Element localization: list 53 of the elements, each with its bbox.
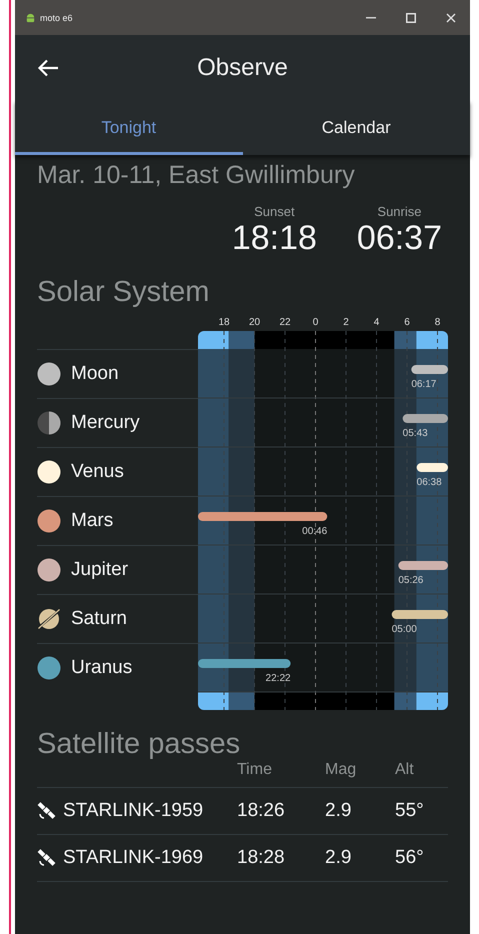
magnitude: 2.9 [325,847,352,869]
close-icon[interactable] [446,12,456,22]
satellite-name: STARLINK-1969 [63,847,204,869]
event-time: 05:00 [392,624,417,635]
axis-tick-label: 22 [279,317,291,328]
axis-tick-label: 20 [248,317,260,328]
altitude: 55° [395,800,425,822]
planet-name: Venus [71,461,124,483]
section-heading: Satellite passes [37,728,242,761]
event-time: 00:46 [302,526,328,537]
axis-tick-label: 2 [343,317,349,328]
sun-label: Sunset [254,204,295,219]
sun-label: Sunrise [377,204,422,219]
planet-name: Saturn [71,608,127,630]
satellite-icon [37,801,57,821]
pass-time: 18:28 [237,847,286,869]
altitude: 56° [395,847,425,869]
axis-tick-label: 8 [434,317,440,328]
column-header: Time [237,761,273,779]
back-arrow-icon[interactable] [37,58,59,76]
column-header: Alt [395,761,415,779]
planet-name: Mercury [71,412,140,434]
planet-name: Uranus [71,657,132,679]
event-time: 22:22 [266,673,291,684]
screen-title: Observe [197,54,288,82]
magnitude: 2.9 [325,800,352,822]
section-heading: Solar System [37,276,210,309]
satellite-pass-row[interactable]: STARLINK-1959 18:26 2.9 55° [37,788,448,835]
event-time: 05:43 [402,428,428,439]
android-icon [25,12,36,23]
sun-time: 06:37 [356,219,442,258]
minimize-icon[interactable] [366,16,376,18]
tab[interactable]: Tonight [15,100,242,155]
planet-name: Jupiter [71,559,128,581]
window-title: moto e6 [40,12,73,22]
axis-tick-label: 4 [374,317,380,328]
event-time: 06:17 [411,379,436,390]
satellite-pass-row[interactable]: STARLINK-1969 18:28 2.9 56° [37,835,448,882]
planet-name: Moon [71,363,119,385]
sun-time: 18:18 [232,219,317,258]
axis-tick-label: 6 [404,317,410,328]
satellite-name: STARLINK-1959 [63,800,204,822]
axis-tick-label: 18 [218,317,230,328]
column-header: Mag [325,761,358,779]
axis-tick-label: 0 [312,317,318,328]
satellite-icon [37,848,57,868]
maximize-icon[interactable] [406,12,416,22]
event-time: 05:26 [398,575,424,586]
event-time: 06:38 [416,477,442,488]
planet-name: Mars [71,510,114,532]
pass-time: 18:26 [237,800,286,822]
date-location: Mar. 10-11, East Gwillimbury [37,161,356,190]
tab[interactable]: Calendar [242,100,470,155]
